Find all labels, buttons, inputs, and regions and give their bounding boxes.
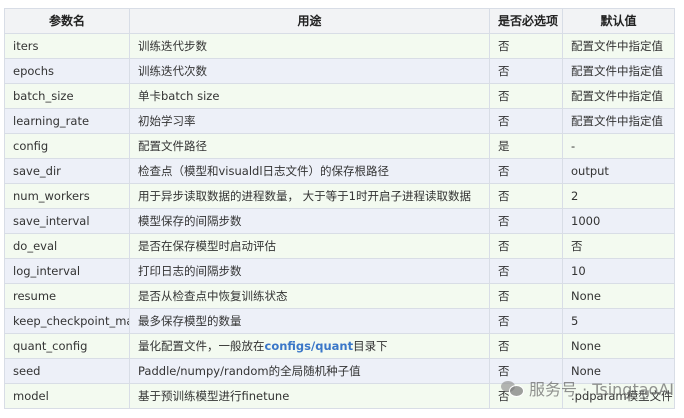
cell-usage: 最多保存模型的数量 [129, 308, 490, 334]
cell-default: 1000 [562, 208, 675, 234]
configs-quant-link[interactable]: configs/quant [265, 339, 354, 353]
table-row: seed Paddle/numpy/random的全局随机种子值 否 None [4, 358, 675, 384]
cell-param-name: iters [4, 33, 130, 59]
header-usage: 用途 [129, 8, 490, 34]
cell-param-name: save_interval [4, 208, 130, 234]
cell-required: 否 [489, 283, 563, 309]
table-row: num_workers 用于异步读取数据的进程数量， 大于等于1时开启子进程读取… [4, 183, 675, 209]
page: 参数名 用途 是否必选项 默认值 iters 训练迭代步数 否 配置文件中指定值… [0, 0, 684, 418]
table-header-row: 参数名 用途 是否必选项 默认值 [4, 8, 675, 34]
cell-param-name: seed [4, 358, 130, 384]
table-row: keep_checkpoint_max 最多保存模型的数量 否 5 [4, 308, 675, 334]
cell-param-name: batch_size [4, 83, 130, 109]
cell-required: 否 [489, 333, 563, 359]
cell-default: .pdparam模型文件 [562, 383, 675, 409]
table-row: do_eval 是否在保存模型时启动评估 否 否 [4, 233, 675, 259]
cell-required: 否 [489, 83, 563, 109]
cell-param-name: model [4, 383, 130, 409]
cell-required: 否 [489, 108, 563, 134]
table-row: save_interval 模型保存的间隔步数 否 1000 [4, 208, 675, 234]
cell-required: 否 [489, 233, 563, 259]
cell-param-name: quant_config [4, 333, 130, 359]
cell-default: 配置文件中指定值 [562, 83, 675, 109]
cell-default: 否 [562, 233, 675, 259]
cell-required: 否 [489, 208, 563, 234]
cell-default: 5 [562, 308, 675, 334]
cell-param-name: epochs [4, 58, 130, 84]
header-param-name: 参数名 [4, 8, 130, 34]
header-default: 默认值 [562, 8, 675, 34]
table-row: iters 训练迭代步数 否 配置文件中指定值 [4, 33, 675, 59]
cell-usage: 用于异步读取数据的进程数量， 大于等于1时开启子进程读取数据 [129, 183, 490, 209]
cell-param-name: do_eval [4, 233, 130, 259]
cell-param-name: keep_checkpoint_max [4, 308, 130, 334]
table-row: save_dir 检查点（模型和visualdl日志文件）的保存根路径 否 ou… [4, 158, 675, 184]
cell-required: 否 [489, 183, 563, 209]
parameter-table: 参数名 用途 是否必选项 默认值 iters 训练迭代步数 否 配置文件中指定值… [4, 8, 675, 409]
table-row: log_interval 打印日志的间隔步数 否 10 [4, 258, 675, 284]
cell-required: 否 [489, 58, 563, 84]
cell-required: 否 [489, 33, 563, 59]
table-row: model 基于预训练模型进行finetune 否 .pdparam模型文件 [4, 383, 675, 409]
usage-text: 量化配置文件，一般放在 [138, 339, 265, 353]
cell-usage: 初始学习率 [129, 108, 490, 134]
cell-required: 否 [489, 358, 563, 384]
cell-usage: 打印日志的间隔步数 [129, 258, 490, 284]
cell-default: 配置文件中指定值 [562, 58, 675, 84]
table-row: learning_rate 初始学习率 否 配置文件中指定值 [4, 108, 675, 134]
cell-required: 是 [489, 133, 563, 159]
cell-usage: 是否从检查点中恢复训练状态 [129, 283, 490, 309]
cell-required: 否 [489, 258, 563, 284]
cell-required: 否 [489, 383, 563, 409]
table-row: quant_config 量化配置文件，一般放在configs/quant目录下… [4, 333, 675, 359]
table-row: config 配置文件路径 是 - [4, 133, 675, 159]
cell-usage: Paddle/numpy/random的全局随机种子值 [129, 358, 490, 384]
cell-default: None [562, 358, 675, 384]
cell-default: 配置文件中指定值 [562, 108, 675, 134]
cell-param-name: log_interval [4, 258, 130, 284]
table-row: resume 是否从检查点中恢复训练状态 否 None [4, 283, 675, 309]
cell-usage: 基于预训练模型进行finetune [129, 383, 490, 409]
cell-param-name: num_workers [4, 183, 130, 209]
header-required: 是否必选项 [489, 8, 563, 34]
cell-param-name: resume [4, 283, 130, 309]
cell-required: 否 [489, 158, 563, 184]
cell-default: - [562, 133, 675, 159]
cell-default: None [562, 283, 675, 309]
cell-usage: 训练迭代次数 [129, 58, 490, 84]
cell-param-name: learning_rate [4, 108, 130, 134]
cell-usage: 是否在保存模型时启动评估 [129, 233, 490, 259]
cell-param-name: config [4, 133, 130, 159]
cell-param-name: save_dir [4, 158, 130, 184]
cell-default: 配置文件中指定值 [562, 33, 675, 59]
cell-usage: 量化配置文件，一般放在configs/quant目录下 [129, 333, 490, 359]
cell-usage: 检查点（模型和visualdl日志文件）的保存根路径 [129, 158, 490, 184]
cell-default: None [562, 333, 675, 359]
cell-default: 2 [562, 183, 675, 209]
cell-usage: 训练迭代步数 [129, 33, 490, 59]
cell-required: 否 [489, 308, 563, 334]
cell-default: 10 [562, 258, 675, 284]
cell-usage: 模型保存的间隔步数 [129, 208, 490, 234]
cell-usage: 配置文件路径 [129, 133, 490, 159]
table-row: epochs 训练迭代次数 否 配置文件中指定值 [4, 58, 675, 84]
table-row: batch_size 单卡batch size 否 配置文件中指定值 [4, 83, 675, 109]
cell-usage: 单卡batch size [129, 83, 490, 109]
cell-default: output [562, 158, 675, 184]
usage-text: 目录下 [353, 339, 388, 353]
